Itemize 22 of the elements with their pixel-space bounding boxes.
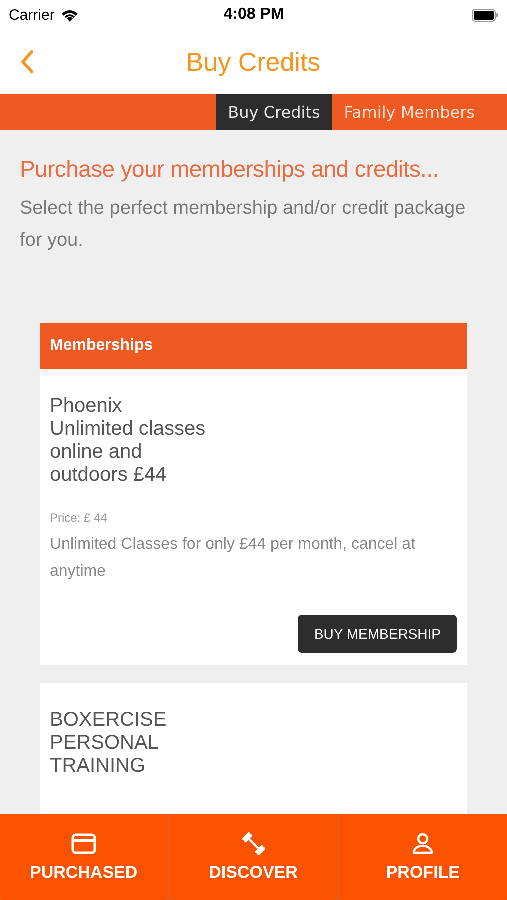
wifi-icon <box>60 8 79 22</box>
dumbbell-icon <box>240 831 266 857</box>
segment-tab[interactable]: Family Members <box>332 94 487 130</box>
credit-card-icon <box>70 831 97 857</box>
battery-icon <box>472 8 499 22</box>
page-title: Buy Credits <box>185 46 322 78</box>
intro-text: Select the perfect membership and/or credit package for you. <box>20 197 467 253</box>
carrier-name: Carrier <box>9 6 55 24</box>
package-price: Price: £ 44 <box>50 511 108 525</box>
package-description: Unlimited Classes for only £44 per month, cancel at anytime <box>50 535 417 582</box>
nav-tab[interactable]: PROFILE <box>339 814 507 900</box>
chevron-left-icon <box>20 50 34 74</box>
intro-heading: Purchase your memberships and credits... <box>20 156 440 183</box>
nav-tab[interactable]: PURCHASED <box>0 814 168 900</box>
nav-tab[interactable]: DISCOVER <box>170 814 338 900</box>
segment-tab[interactable]: Buy Credits <box>216 94 332 130</box>
status-time: 4:08 PM <box>224 6 284 24</box>
person-icon <box>411 831 436 857</box>
buy-membership-button[interactable]: BUY MEMBERSHIP <box>298 615 457 653</box>
section-title: Memberships <box>50 337 154 355</box>
package-title: BOXERCISE PERSONAL TRAINING <box>50 709 168 778</box>
package-title: Phoenix Unlimited classes online and outdoors £44 <box>50 395 207 487</box>
